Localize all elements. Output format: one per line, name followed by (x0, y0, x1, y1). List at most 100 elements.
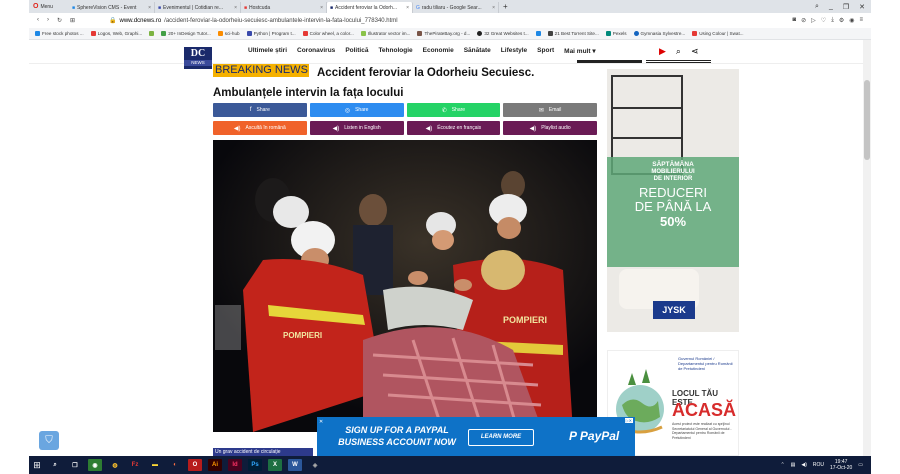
bookmark-item[interactable]: Color wheel, a color... (302, 31, 354, 36)
shield-icon[interactable]: ⛉ (39, 431, 59, 450)
bookmark-item[interactable]: 20+ InDesign Tutor... (161, 31, 211, 36)
windows-start-icon[interactable]: ⊞ (29, 460, 45, 471)
adblock-icon[interactable]: ⊘ (801, 17, 806, 24)
bookmark-item[interactable]: Illustrator vector im... (360, 31, 410, 36)
learn-more-button[interactable]: LEARN MORE (468, 429, 534, 446)
language-indicator[interactable]: ROU (813, 462, 824, 468)
search-icon[interactable]: ⌕ (48, 459, 62, 471)
app-icon[interactable]: ◈ (308, 459, 322, 471)
media-app-icon[interactable]: ◉ (88, 459, 102, 471)
file-explorer-icon[interactable]: ▬ (148, 459, 162, 471)
maximize-icon[interactable]: ❐ (843, 3, 849, 11)
minimize-icon[interactable]: _ (829, 3, 833, 11)
bookmark-item[interactable]: Free stock photos ... (35, 31, 84, 36)
easy-setup-icon[interactable]: ≡ (859, 17, 863, 24)
task-view-icon[interactable]: ❐ (68, 459, 82, 471)
facebook-share-button[interactable]: f Share (213, 103, 307, 117)
firefox-icon[interactable]: ◐ (168, 459, 182, 471)
forward-icon[interactable]: › (47, 17, 49, 24)
opera-taskbar-icon[interactable]: O (188, 459, 202, 471)
scrollbar[interactable] (863, 40, 871, 456)
clock[interactable]: 19:47 17-Oct-20 (830, 459, 852, 471)
network-icon[interactable]: ▤ (791, 462, 796, 468)
close-window-icon[interactable]: ✕ (859, 3, 865, 11)
close-tab-icon[interactable]: × (148, 5, 151, 11)
nav-item[interactable]: Lifestyle (501, 47, 527, 55)
close-tab-icon[interactable]: × (406, 5, 409, 11)
jysk-ad[interactable]: SĂPTĂMÂNA MOBILIERULUI DE INTERIOR REDUC… (607, 69, 739, 332)
share-label: Share (256, 107, 270, 113)
indesign-icon[interactable]: Id (228, 459, 242, 471)
bookmark-label: 20+ InDesign Tutor... (168, 31, 211, 36)
bookmark-item[interactable]: Python | Program t... (246, 31, 296, 36)
close-tab-icon[interactable]: × (320, 5, 323, 11)
excel-icon[interactable]: X (268, 459, 282, 471)
nav-item[interactable]: Politică (345, 47, 368, 55)
word-icon[interactable]: W (288, 459, 302, 471)
photoshop-icon[interactable]: Ps (248, 459, 262, 471)
nav-item[interactable]: Sport (537, 47, 554, 55)
ad-text: SĂPTĂMÂNA MOBILIERULUI DE INTERIOR REDUC… (607, 161, 739, 230)
profile-icon[interactable]: ◉ (849, 17, 854, 24)
search-icon[interactable]: ⌕ (676, 46, 681, 57)
chrome-icon[interactable]: ◍ (108, 459, 122, 471)
paypal-banner[interactable]: ✕ ▷✕ SIGN UP FOR A PAYPAL BUSINESS ACCOU… (317, 417, 635, 456)
ad-choices-icon[interactable]: ▷✕ (624, 418, 633, 423)
illustrator-icon[interactable]: Ai (208, 459, 222, 471)
play-icon[interactable]: ▷ (811, 17, 816, 24)
tab-label: radu tiliaru - Google Sear... (421, 4, 482, 11)
back-icon[interactable]: ‹ (37, 17, 39, 24)
bookmark-item[interactable]: Using Colour | Swat... (692, 31, 744, 36)
filezilla-icon[interactable]: Fz (128, 459, 142, 471)
scrollbar-thumb[interactable] (864, 80, 870, 160)
speed-dial-icon[interactable]: ⊞ (70, 17, 75, 24)
bookmark-item[interactable]: Logos, Web, Graphi... (90, 31, 142, 36)
favicon-icon: ■ (72, 4, 76, 11)
nav-item-more[interactable]: Mai mult ▾ (564, 47, 595, 55)
nav-item[interactable]: Tehnologie (378, 47, 412, 55)
audio-label: Ascultă în română (245, 125, 286, 131)
tab-0[interactable]: ■ SphereVision CMS - Event × (69, 2, 155, 13)
tab-2[interactable]: ■ Hostcuda × (241, 2, 327, 13)
tab-1[interactable]: ■ Evenimentul | Cotidian re... × (155, 2, 241, 13)
bookmark-item[interactable]: Pexels (605, 31, 627, 36)
search-icon[interactable]: ⌕ (815, 3, 819, 11)
camera-icon[interactable]: ◙ (793, 17, 797, 24)
close-ad-icon[interactable]: ✕ (319, 419, 323, 425)
listen-english-button[interactable]: ◀) Listen in English (309, 121, 404, 135)
nav-item[interactable]: Ultimele știri (248, 47, 287, 55)
tab-3[interactable]: ■ Accident feroviar la Odorh... × (327, 2, 413, 13)
notification-icon[interactable]: ▭ (858, 462, 863, 468)
bookmark-item[interactable]: 32 Great Websites t... (477, 31, 529, 36)
url-field[interactable]: 🔒 www.dcnews.ro/accident-feroviar-la-odo… (109, 15, 793, 26)
tab-4[interactable]: Gradu tiliaru - Google Sear... × (413, 2, 499, 13)
bookmark-item[interactable]: Gymnasia Sylvestre... (633, 31, 685, 36)
messenger-share-button[interactable]: ◎ Share (309, 103, 404, 117)
nav-item[interactable]: Economie (423, 47, 454, 55)
listen-french-button[interactable]: ◀) Écoutez en français (406, 121, 501, 135)
share-icon[interactable]: ⋖ (691, 46, 699, 57)
youtube-play-icon[interactable]: ▶ (659, 46, 666, 57)
bookmark-item[interactable]: sci-hub (217, 31, 240, 36)
nav-item[interactable]: Sănătate (464, 47, 491, 55)
close-tab-icon[interactable]: × (234, 5, 237, 11)
download-icon[interactable]: ⤓ (831, 17, 834, 24)
bookmark-item[interactable]: ThePirateBay.org - d... (417, 31, 470, 36)
reload-icon[interactable]: ↻ (57, 17, 62, 24)
extension-icon[interactable]: ⚙ (839, 17, 844, 24)
bookmark-item[interactable] (149, 31, 155, 36)
volume-icon[interactable]: ◀) (801, 462, 807, 468)
new-tab-button[interactable]: + (499, 2, 508, 11)
heart-icon[interactable]: ♡ (821, 17, 826, 24)
playlist-audio-button[interactable]: ◀) Playlist audio (503, 121, 597, 135)
email-share-button[interactable]: ✉ Email (503, 103, 597, 117)
listen-romanian-button[interactable]: ◀) Ascultă în română (213, 121, 307, 135)
site-logo[interactable]: DC NEWS (184, 47, 212, 69)
tray-arrow-icon[interactable]: ⌃ (780, 462, 784, 468)
opera-menu[interactable]: O Menu (29, 3, 69, 10)
bookmark-item[interactable]: 21 Best Torrent Site... (547, 31, 599, 36)
nav-item[interactable]: Coronavirus (297, 47, 335, 55)
bookmark-item[interactable] (535, 31, 541, 36)
close-tab-icon[interactable]: × (492, 5, 495, 11)
whatsapp-share-button[interactable]: ✆ Share (406, 103, 501, 117)
